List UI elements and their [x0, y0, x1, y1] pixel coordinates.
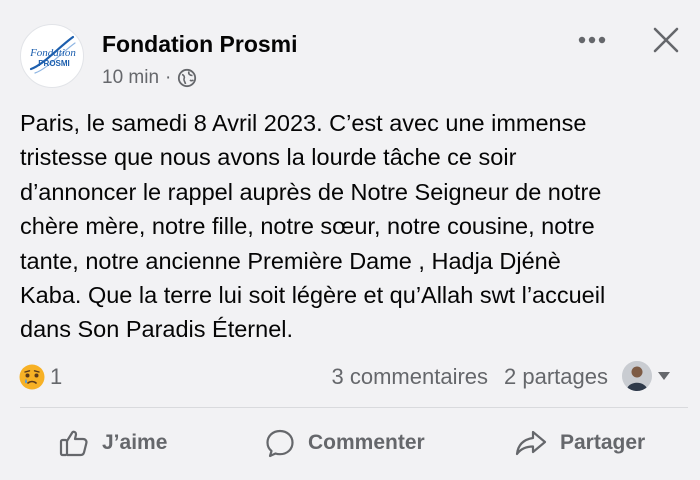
- comments-count[interactable]: 3 commentaires: [332, 364, 489, 390]
- logo-text-bottom: PROSMI: [38, 59, 70, 68]
- comment-button[interactable]: Commenter: [264, 418, 425, 468]
- reactions-summary[interactable]: 1: [18, 362, 62, 392]
- sad-reaction-icon: [18, 363, 46, 391]
- chevron-down-icon: [656, 370, 672, 382]
- post-time[interactable]: 10 min: [102, 67, 159, 89]
- more-horizontal-icon[interactable]: [574, 26, 610, 54]
- comment-label: Commenter: [308, 431, 425, 454]
- reaction-profile-selector[interactable]: [622, 361, 672, 391]
- action-bar: J’aime Commenter Partager: [0, 418, 700, 468]
- shares-count[interactable]: 2 partages: [504, 364, 608, 390]
- comment-icon: [264, 427, 296, 459]
- thumbs-up-icon: [58, 427, 90, 459]
- post-text: Paris, le samedi 8 Avril 2023. C’est ave…: [20, 110, 606, 343]
- like-button[interactable]: J’aime: [58, 418, 167, 468]
- author-name[interactable]: Fondation Prosmi: [102, 31, 298, 58]
- like-label: J’aime: [102, 431, 168, 454]
- share-button[interactable]: Partager: [514, 418, 645, 468]
- engagement-counts: 3 commentaires 2 partages: [332, 362, 608, 392]
- share-arrow-icon: [514, 427, 548, 459]
- logo-text-top: Fondation: [29, 47, 76, 59]
- page-avatar[interactable]: Fondation PROSMI: [20, 24, 84, 88]
- reaction-count: 1: [50, 364, 63, 389]
- share-label: Partager: [560, 431, 646, 454]
- avatar: [622, 361, 652, 391]
- post-card: Fondation PROSMI Fondation Prosmi 10 min…: [0, 0, 700, 480]
- divider: [20, 407, 688, 408]
- globe-icon: [177, 68, 197, 88]
- meta-separator: ·: [165, 67, 172, 88]
- close-icon[interactable]: [648, 22, 684, 58]
- post-meta: 10 min ·: [102, 67, 197, 89]
- prosmi-logo: Fondation PROSMI: [29, 35, 76, 74]
